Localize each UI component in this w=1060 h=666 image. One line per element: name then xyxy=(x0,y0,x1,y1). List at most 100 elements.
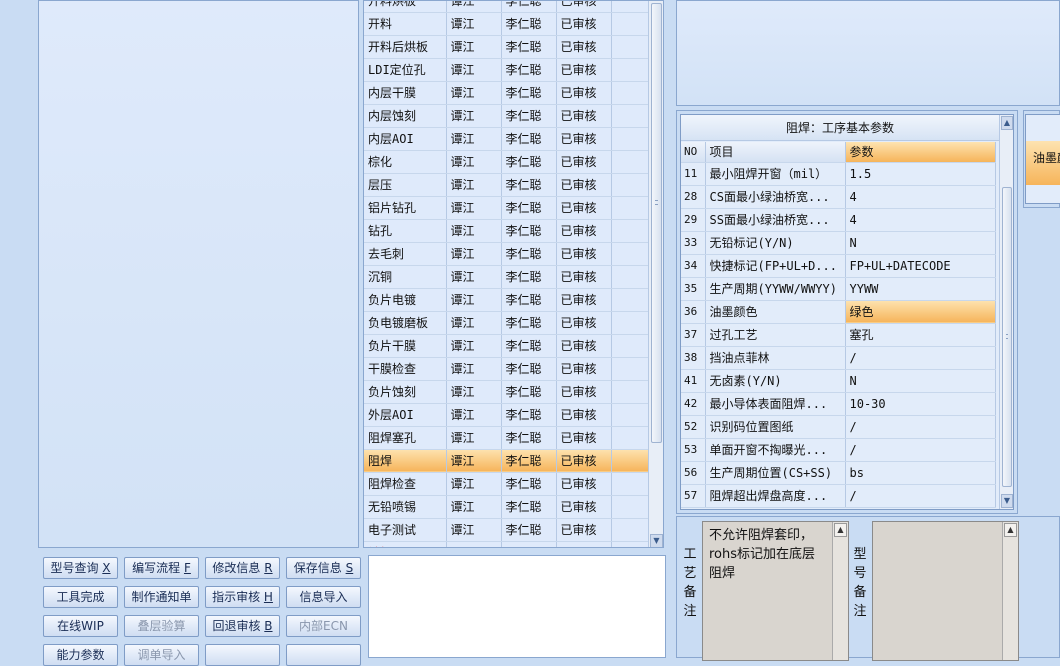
table-row[interactable]: 外层AOI 谭江 李仁聪 已审核 xyxy=(364,403,649,427)
step-cell[interactable]: 阻焊检查 xyxy=(364,472,447,496)
user-cell[interactable]: 李仁聪 xyxy=(501,12,557,36)
dept-cell[interactable]: 谭江 xyxy=(446,173,502,197)
user-cell[interactable]: 李仁聪 xyxy=(501,173,557,197)
extra-cell[interactable] xyxy=(611,403,649,427)
table-row[interactable]: 沉铜 谭江 李仁聪 已审核 xyxy=(364,265,649,289)
col-header-value[interactable]: 参数 xyxy=(845,142,996,163)
param-no-cell[interactable]: 28 xyxy=(681,185,706,209)
modify-info-button[interactable]: 修改信息 R xyxy=(205,557,280,579)
table-row[interactable]: 41 无卤素(Y/N) N xyxy=(681,369,996,393)
dept-cell[interactable]: 谭江 xyxy=(446,58,502,82)
scroll-up-arrow-icon[interactable]: ▲ xyxy=(1004,523,1017,537)
dept-cell[interactable]: 谭江 xyxy=(446,380,502,404)
status-cell[interactable]: 已审核 xyxy=(556,173,612,197)
dept-cell[interactable]: 谭江 xyxy=(446,265,502,289)
status-cell[interactable]: 已审核 xyxy=(556,311,612,335)
table-row[interactable]: 钻孔 谭江 李仁聪 已审核 xyxy=(364,219,649,243)
param-value-cell[interactable]: / xyxy=(845,415,996,439)
dept-cell[interactable]: 谭江 xyxy=(446,81,502,105)
import-order-button[interactable]: 调单导入 xyxy=(124,644,199,666)
user-cell[interactable]: 李仁聪 xyxy=(501,495,557,519)
param-value-cell[interactable]: N xyxy=(845,231,996,255)
process-list-scrollbar[interactable]: ▼ xyxy=(648,1,663,547)
status-cell[interactable]: 已审核 xyxy=(556,380,612,404)
table-row[interactable]: 57 阻焊超出焊盘高度... / xyxy=(681,484,996,508)
process-note-text[interactable]: 不允许阻焊套印，rohs标记加在底层阻焊 xyxy=(703,522,848,587)
table-row[interactable]: 去毛刺 谭江 李仁聪 已审核 xyxy=(364,242,649,266)
extra-cell[interactable] xyxy=(611,1,649,13)
scroll-up-arrow-icon[interactable]: ▲ xyxy=(1001,116,1013,130)
table-row[interactable]: 层压 谭江 李仁聪 已审核 xyxy=(364,173,649,197)
table-row[interactable]: 33 无铅标记(Y/N) N xyxy=(681,231,996,255)
model-note-box[interactable]: ▲ xyxy=(872,521,1019,661)
table-row[interactable]: 35 生产周期(YYWW/WWYY) YYWW xyxy=(681,277,996,301)
table-row[interactable]: 开料烘板 谭江 李仁聪 已审核 xyxy=(364,1,649,13)
import-info-button[interactable]: 信息导入 xyxy=(286,586,361,608)
dept-cell[interactable]: 谭江 xyxy=(446,12,502,36)
param-value-cell[interactable]: N xyxy=(845,369,996,393)
blank-button-2[interactable] xyxy=(286,644,361,666)
extra-cell[interactable] xyxy=(611,219,649,243)
param-item-cell[interactable]: 过孔工艺 xyxy=(705,323,846,347)
online-wip-button[interactable]: 在线WIP xyxy=(43,615,118,637)
param-item-cell[interactable]: 单面开窗不掏曝光... xyxy=(705,438,846,462)
table-row[interactable]: 阻焊塞孔 谭江 李仁聪 已审核 xyxy=(364,426,649,450)
param-no-cell[interactable]: 42 xyxy=(681,392,706,416)
user-cell[interactable]: 李仁聪 xyxy=(501,81,557,105)
param-no-cell[interactable]: 41 xyxy=(681,369,706,393)
stack-check-button[interactable]: 叠层验算 xyxy=(124,615,199,637)
param-value-cell[interactable]: 4 xyxy=(845,185,996,209)
param-item-cell[interactable]: 快捷标记(FP+UL+D... xyxy=(705,254,846,278)
step-cell[interactable]: 内层干膜 xyxy=(364,81,447,105)
param-item-cell[interactable]: 油墨颜色 xyxy=(705,300,846,324)
dept-cell[interactable]: 谭江 xyxy=(446,495,502,519)
save-info-button[interactable]: 保存信息 S xyxy=(286,557,361,579)
user-cell[interactable]: 李仁聪 xyxy=(501,1,557,13)
status-cell[interactable]: 已审核 xyxy=(556,104,612,128)
table-row[interactable]: 内层干膜 谭江 李仁聪 已审核 xyxy=(364,81,649,105)
param-value-cell[interactable]: FP+UL+DATECODE xyxy=(845,254,996,278)
param-value-cell[interactable]: / xyxy=(845,346,996,370)
table-row[interactable]: 负片干膜 谭江 李仁聪 已审核 xyxy=(364,334,649,358)
process-note-box[interactable]: 不允许阻焊套印，rohs标记加在底层阻焊 ▲ xyxy=(702,521,849,661)
param-no-cell[interactable]: 36 xyxy=(681,300,706,324)
status-cell[interactable]: 已审核 xyxy=(556,288,612,312)
extra-cell[interactable] xyxy=(611,334,649,358)
extra-cell[interactable] xyxy=(611,426,649,450)
step-cell[interactable]: 干膜检查 xyxy=(364,357,447,381)
extra-cell[interactable] xyxy=(611,127,649,151)
param-no-cell[interactable]: 53 xyxy=(681,438,706,462)
table-row[interactable]: 无铅喷锡 谭江 李仁聪 已审核 xyxy=(364,495,649,519)
step-cell[interactable]: 开料后烘板 xyxy=(364,35,447,59)
extra-cell[interactable] xyxy=(611,150,649,174)
dept-cell[interactable]: 谭江 xyxy=(446,104,502,128)
step-cell[interactable]: 负片干膜 xyxy=(364,334,447,358)
status-cell[interactable]: 已审核 xyxy=(556,196,612,220)
dept-cell[interactable]: 谭江 xyxy=(446,311,502,335)
user-cell[interactable]: 李仁聪 xyxy=(501,311,557,335)
step-cell[interactable]: 负电镀磨板 xyxy=(364,311,447,335)
dept-cell[interactable]: 谭江 xyxy=(446,426,502,450)
param-value-cell[interactable]: bs xyxy=(845,461,996,485)
param-value-cell[interactable]: YYWW xyxy=(845,277,996,301)
status-cell[interactable]: 已审核 xyxy=(556,403,612,427)
table-row[interactable]: 53 单面开窗不掏曝光... / xyxy=(681,438,996,462)
process-list-scroll-thumb[interactable] xyxy=(651,3,662,443)
status-cell[interactable]: 已审核 xyxy=(556,242,612,266)
extra-cell[interactable] xyxy=(611,173,649,197)
extra-cell[interactable] xyxy=(611,12,649,36)
status-cell[interactable]: 已审核 xyxy=(556,219,612,243)
param-value-cell[interactable]: / xyxy=(845,438,996,462)
extra-cell[interactable] xyxy=(611,104,649,128)
scroll-down-arrow-icon[interactable]: ▼ xyxy=(1001,494,1013,508)
table-row[interactable]: 内层蚀刻 谭江 李仁聪 已审核 xyxy=(364,104,649,128)
param-no-cell[interactable]: 52 xyxy=(681,415,706,439)
step-cell[interactable]: 内层蚀刻 xyxy=(364,104,447,128)
user-cell[interactable]: 李仁聪 xyxy=(501,219,557,243)
user-cell[interactable]: 李仁聪 xyxy=(501,288,557,312)
step-cell[interactable]: 无铅喷锡 xyxy=(364,495,447,519)
step-cell[interactable]: 电子测试 xyxy=(364,518,447,542)
user-cell[interactable]: 李仁聪 xyxy=(501,127,557,151)
step-cell[interactable]: 铝片钻孔 xyxy=(364,196,447,220)
scroll-up-arrow-icon[interactable]: ▲ xyxy=(834,523,847,537)
